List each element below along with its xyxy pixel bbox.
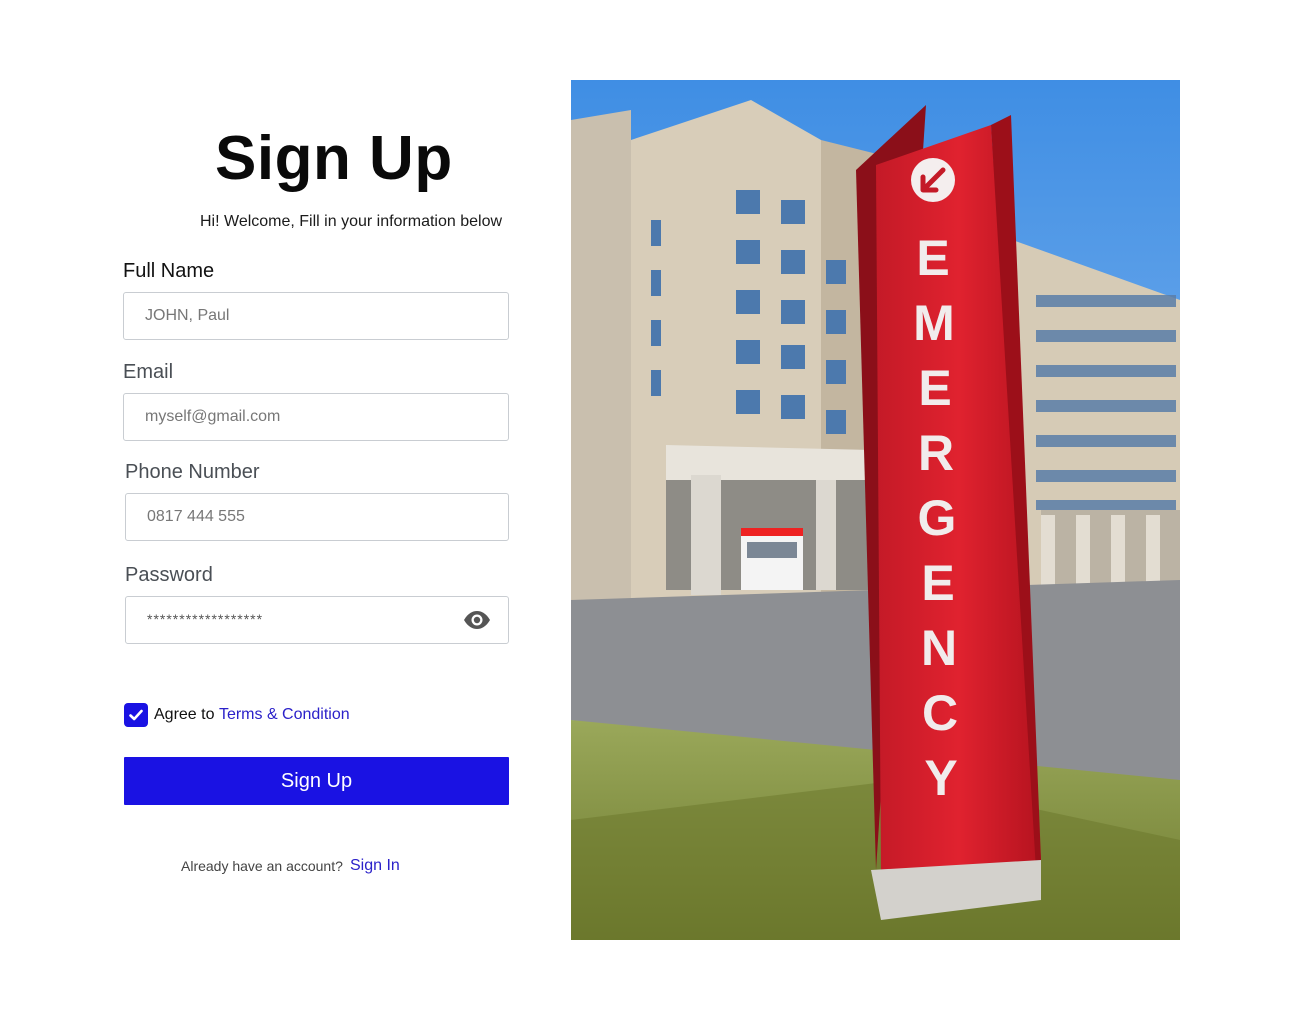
sign-letter: N [921, 620, 957, 676]
full-name-field[interactable] [123, 292, 509, 340]
password-label: Password [125, 564, 213, 586]
full-name-input[interactable] [124, 293, 445, 339]
password-field[interactable]: ****************** [125, 596, 509, 644]
page-title: Sign Up [215, 124, 453, 193]
sign-letter: M [913, 295, 955, 351]
phone-input[interactable] [126, 494, 447, 540]
sign-letter: E [916, 230, 949, 286]
page-subtitle: Hi! Welcome, Fill in your information be… [200, 213, 503, 230]
terms-checkbox[interactable] [124, 703, 148, 727]
signup-button[interactable]: Sign Up [124, 757, 509, 805]
password-value[interactable]: ****************** [147, 611, 263, 627]
sign-letter: R [918, 425, 954, 481]
sign-letter: Y [924, 750, 957, 806]
signup-page: Sign Up Hi! Welcome, Fill in your inform… [0, 0, 1300, 1024]
terms-link[interactable]: Terms & Condition [219, 706, 350, 724]
already-account-text: Already have an account? [181, 858, 343, 874]
eye-icon[interactable] [463, 610, 491, 630]
sign-letter: C [922, 685, 958, 741]
hero-photo: E M E R G E N C Y [571, 80, 1180, 940]
full-name-label: Full Name [123, 260, 215, 282]
email-label: Email [123, 361, 174, 383]
email-field[interactable] [123, 393, 509, 441]
checkmark-icon [129, 709, 143, 721]
email-input[interactable] [124, 394, 445, 440]
terms-agreement: Agree to Terms & Condition [124, 703, 350, 727]
phone-label: Phone Number [125, 461, 260, 483]
signin-link[interactable]: Sign In [350, 857, 400, 875]
sign-letter: E [921, 555, 954, 611]
phone-field[interactable] [125, 493, 509, 541]
agree-text: Agree to [154, 706, 215, 723]
sign-letter: E [918, 360, 951, 416]
sign-letter: G [918, 490, 957, 546]
